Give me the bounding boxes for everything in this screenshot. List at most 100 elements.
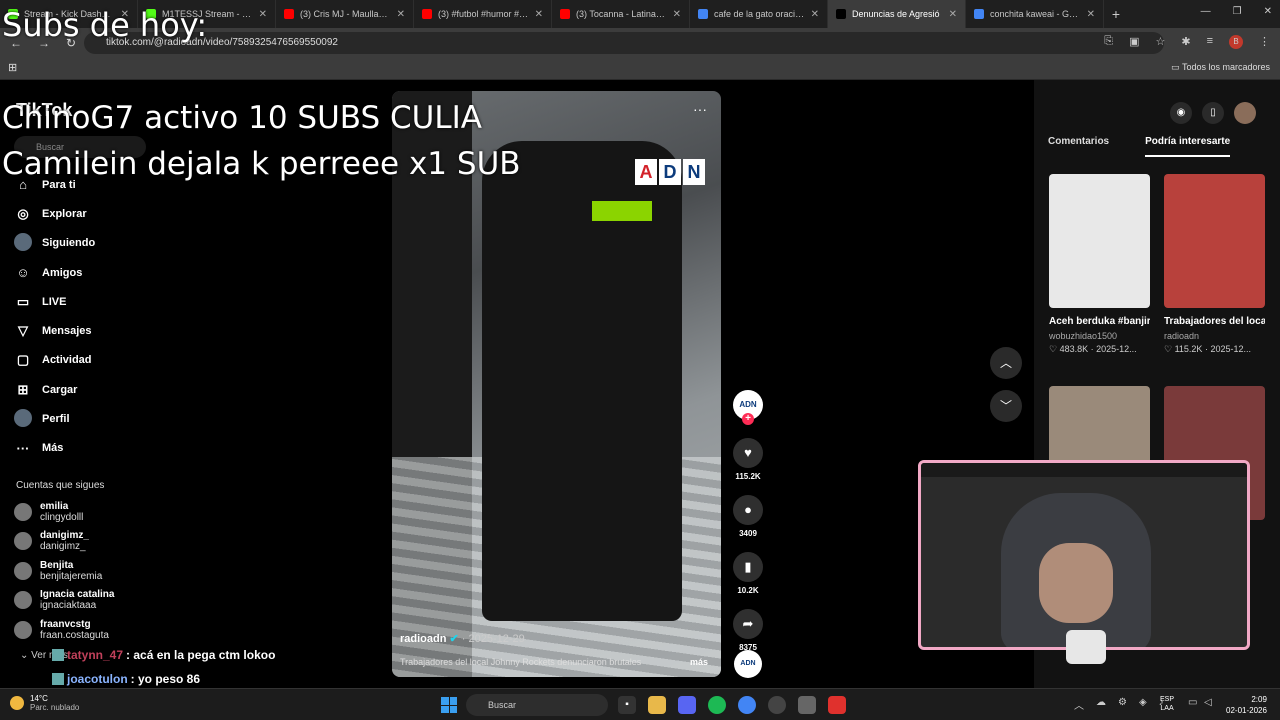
task-view-icon[interactable]: ▪ xyxy=(618,696,636,714)
tab-favicon-icon xyxy=(836,9,846,19)
menu-icon[interactable]: ⋮ xyxy=(1259,35,1270,49)
adn-logo: A D N xyxy=(635,159,705,185)
bookmarks-bar: ⊞ ▭ Todos los marcadores xyxy=(0,58,1280,80)
sidebar-item[interactable]: Perfil xyxy=(14,404,95,433)
system-tray: ︿ ☁ ⚙ ◈ ♪ xyxy=(1074,697,1164,712)
avatar xyxy=(14,561,32,580)
like-count: 115.2K xyxy=(735,472,761,481)
bookmark-icon[interactable]: ▮ xyxy=(733,552,763,582)
close-tab-icon[interactable]: ✕ xyxy=(535,9,543,20)
sidebar-item-label: Perfil xyxy=(42,413,70,426)
reading-list-icon[interactable]: ≡ xyxy=(1207,35,1213,49)
coins-icon[interactable]: ◉ xyxy=(1170,102,1192,124)
profile-avatar[interactable]: B xyxy=(1229,35,1243,49)
author-avatar[interactable]: ADN + xyxy=(733,390,763,425)
file-explorer-icon[interactable] xyxy=(648,696,666,714)
sidebar-item-label: LIVE xyxy=(42,295,67,308)
wifi-icon[interactable]: ▭ xyxy=(1188,697,1197,708)
save-count: 10.2K xyxy=(737,586,759,595)
extensions-icon[interactable]: ✱ xyxy=(1181,35,1190,49)
user-avatar[interactable] xyxy=(1234,102,1256,124)
recommended-card[interactable]: Trabajadores del local Johnny... radioad… xyxy=(1164,174,1265,355)
window-controls: — ❐ ✕ xyxy=(1201,6,1272,17)
start-button[interactable] xyxy=(441,697,457,713)
verified-icon: ✔ xyxy=(449,633,459,645)
subs-overlay-list: ChinoG7 activo 10 SUBS CULIA Camilein de… xyxy=(2,95,521,187)
tab-comments[interactable]: Comentarios xyxy=(1048,136,1109,157)
follow-plus-icon[interactable]: + xyxy=(742,413,754,425)
close-tab-icon[interactable]: ✕ xyxy=(259,9,267,20)
sidebar-item[interactable]: ▢ Actividad xyxy=(14,346,95,375)
sound-avatar[interactable]: ADN xyxy=(734,650,762,678)
sidebar-item[interactable]: Siguiendo xyxy=(14,229,95,258)
like-icon[interactable]: ♥ xyxy=(733,438,763,468)
subs-overlay-title: Subs de hoy: xyxy=(2,6,208,44)
device-icon[interactable]: ▯ xyxy=(1202,102,1224,124)
translate-icon[interactable]: ⎘ xyxy=(1104,35,1113,49)
next-video-button[interactable]: ﹀ xyxy=(990,390,1022,422)
tab-recommended[interactable]: Podría interesarte xyxy=(1145,136,1231,157)
network-tray-icon[interactable]: ☁ xyxy=(1096,697,1106,712)
taskbar-search[interactable]: Buscar xyxy=(466,694,608,716)
sidebar-item[interactable]: ▭ LIVE xyxy=(14,287,95,316)
video-author[interactable]: radioadn ✔ · 2025-12-29 xyxy=(400,632,525,645)
sidebar-item[interactable]: ◎ Explorar xyxy=(14,199,95,228)
close-tab-icon[interactable]: ✕ xyxy=(673,9,681,20)
minimize-icon[interactable]: — xyxy=(1201,6,1211,17)
clock[interactable]: 2:09 02-01-2026 xyxy=(1226,694,1267,716)
comment-icon[interactable]: ● xyxy=(733,495,763,525)
account-username: ignaciaktaaa xyxy=(40,600,97,612)
new-tab-button[interactable]: + xyxy=(1104,6,1128,22)
share-icon[interactable]: ➦ xyxy=(733,609,763,639)
close-tab-icon[interactable]: ✕ xyxy=(811,9,819,20)
streaming-app-icon[interactable] xyxy=(828,696,846,714)
close-tab-icon[interactable]: ✕ xyxy=(949,9,957,20)
language-indicator[interactable]: ESP LAA xyxy=(1160,695,1174,713)
sidebar-item[interactable]: ⊞ Cargar xyxy=(14,375,95,404)
close-tab-icon[interactable]: ✕ xyxy=(397,9,405,20)
browser-tab[interactable]: cafe de la gato oracia - G ✕ xyxy=(690,0,828,28)
discord-icon[interactable] xyxy=(678,696,696,714)
following-account[interactable]: emilia clingydolll xyxy=(14,497,114,527)
url-field[interactable]: tiktok.com/@radioadn/video/7589325476569… xyxy=(84,32,1164,54)
settings-tray-icon[interactable]: ⚙ xyxy=(1118,697,1127,712)
apps-icon[interactable]: ⊞ xyxy=(8,61,17,74)
browser-tab[interactable]: (3) Cris MJ - Maullame (V ✕ xyxy=(276,0,414,28)
weather-widget[interactable]: 14°C Parc. nublado xyxy=(10,694,79,712)
bookmark-star-icon[interactable]: ☆ xyxy=(1155,35,1165,49)
maximize-icon[interactable]: ❐ xyxy=(1233,6,1242,17)
all-bookmarks-link[interactable]: ▭ Todos los marcadores xyxy=(1171,62,1270,73)
following-account[interactable]: Ignacia catalina ignaciaktaaa xyxy=(14,586,114,616)
app-icon[interactable] xyxy=(798,696,816,714)
recommended-card[interactable]: Aceh berduka #banjiraceh... wobuzhidao15… xyxy=(1049,174,1150,355)
close-tab-icon[interactable]: ✕ xyxy=(1087,9,1095,20)
browser-tab[interactable]: (3) Tocanna - Latina Kawa ✕ xyxy=(552,0,690,28)
following-account[interactable]: fraanvcstg fraan.costaguta xyxy=(14,615,114,645)
tab-label: (3) Cris MJ - Maullame (V xyxy=(300,9,391,19)
browser-tab[interactable]: Denuncias de Agresió ✕ xyxy=(828,0,966,28)
video-more-icon[interactable]: ··· xyxy=(693,101,707,117)
previous-video-button[interactable]: ︿ xyxy=(990,347,1022,379)
subs-line-1: ChinoG7 activo 10 SUBS CULIA xyxy=(2,100,482,136)
cast-icon[interactable]: ▣ xyxy=(1129,35,1139,49)
chevron-up-icon[interactable]: ︿ xyxy=(1074,697,1084,712)
browser-tab[interactable]: (3) #futbol #humor #topg ✕ xyxy=(414,0,552,28)
caption-more-button[interactable]: más xyxy=(690,657,708,667)
sidebar-item[interactable]: ☺ Amigos xyxy=(14,258,95,287)
obs-icon[interactable] xyxy=(768,696,786,714)
tab-favicon-icon xyxy=(284,9,294,19)
shield-tray-icon[interactable]: ◈ xyxy=(1139,697,1147,712)
sidebar-item[interactable]: ··· Más xyxy=(14,434,95,463)
account-username: clingydolll xyxy=(40,511,84,523)
close-window-icon[interactable]: ✕ xyxy=(1264,6,1272,17)
sidebar-item[interactable]: ▽ Mensajes xyxy=(14,316,95,345)
following-account[interactable]: danigimz_ danigimz_ xyxy=(14,527,114,557)
tab-label: Denuncias de Agresió xyxy=(852,9,940,19)
chrome-icon[interactable] xyxy=(738,696,756,714)
volume-icon[interactable]: ◁ xyxy=(1204,697,1212,708)
spotify-icon[interactable] xyxy=(708,696,726,714)
following-account[interactable]: Benjita benjitajeremia xyxy=(14,556,114,586)
browser-tab[interactable]: conchita kaweai - Google ✕ xyxy=(966,0,1104,28)
avatar xyxy=(14,591,32,610)
profile-icon xyxy=(14,408,32,430)
